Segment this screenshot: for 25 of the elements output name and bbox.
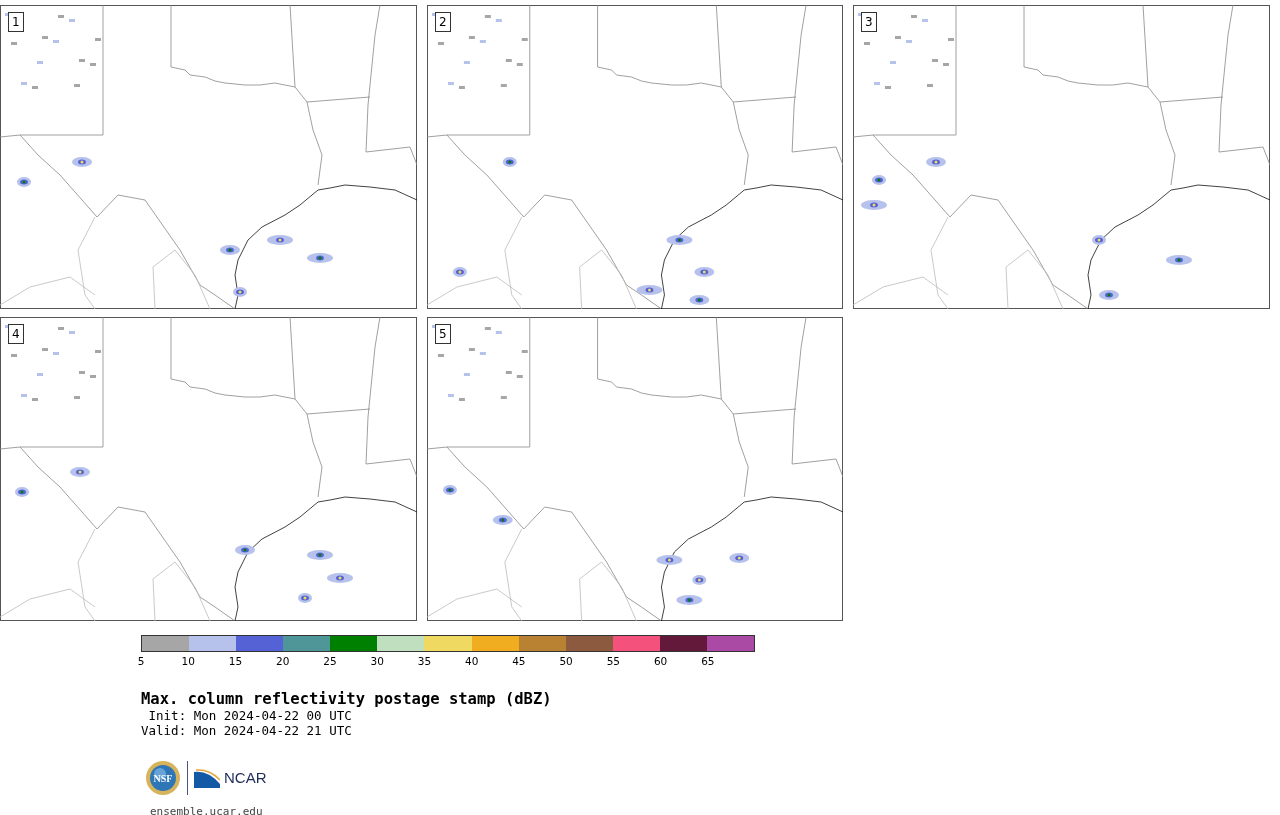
panel-number: 3 <box>861 12 877 32</box>
figure-title: Max. column reflectivity postage stamp (dBZ) <box>141 690 553 708</box>
colorbar-tick-label: 55 <box>606 654 621 669</box>
colorbar-tick-label: 20 <box>276 654 290 669</box>
colorbar-tick-label: 35 <box>417 654 432 669</box>
panel-number: 4 <box>8 324 24 344</box>
panel-number: 1 <box>8 12 24 32</box>
colorbar-tick-label: 15 <box>228 654 243 669</box>
colorbar-tick-label: 50 <box>559 654 573 669</box>
colorbar-tick-label: 65 <box>701 654 715 669</box>
panel-number: 2 <box>435 12 451 32</box>
colorbar-tick-label: 25 <box>323 654 337 669</box>
colorbar-tick-label: 40 <box>464 654 479 669</box>
colorbar-tick-label: 5 <box>137 654 145 669</box>
valid-time: Valid: Mon 2024-04-22 21 UTC <box>141 723 353 738</box>
colorbar-tick-label: 10 <box>181 654 195 669</box>
ncar-arc-icon <box>194 768 220 788</box>
panel-number: 5 <box>435 324 451 344</box>
nsf-logo: NSF <box>145 760 181 796</box>
init-time: Init: Mon 2024-04-22 00 UTC <box>147 708 353 723</box>
colorbar-tick-label: 60 <box>653 654 668 669</box>
colorbar-tick-label: 45 <box>512 654 526 669</box>
ncar-logo-text: NCAR <box>224 767 267 788</box>
colorbar-tick-label: 30 <box>370 654 384 669</box>
site-url: ensemble.ucar.edu <box>150 804 264 815</box>
